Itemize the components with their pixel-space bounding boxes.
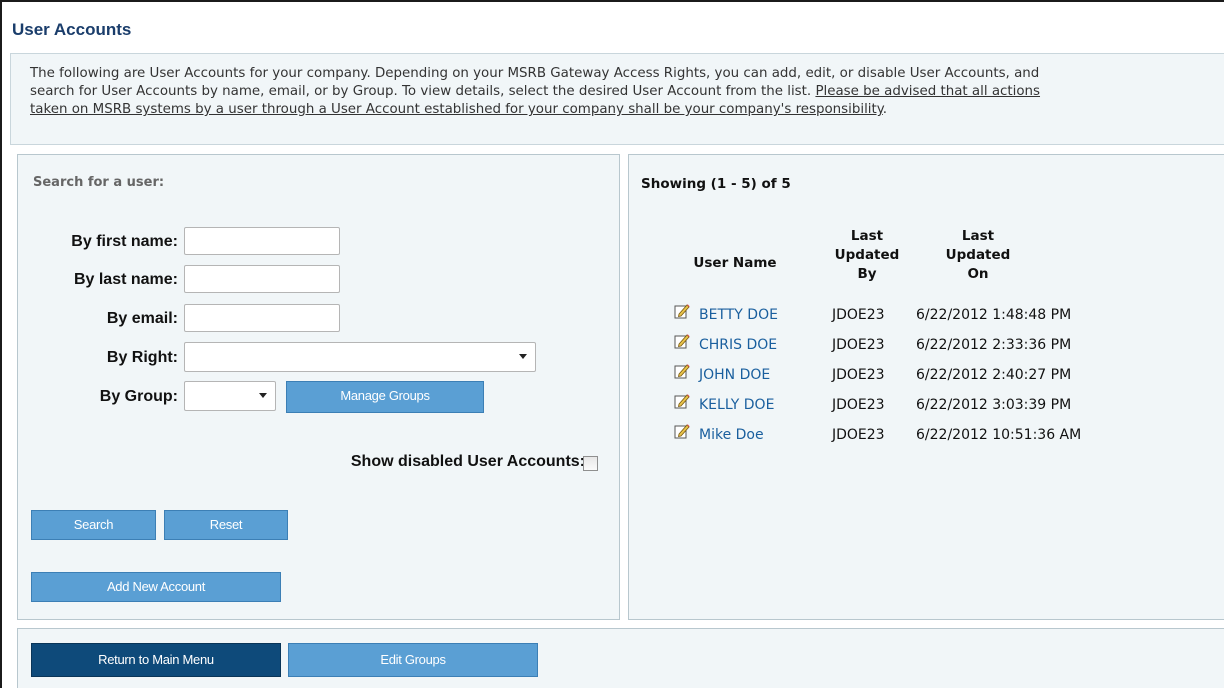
header-line: On xyxy=(967,266,989,282)
add-new-account-button[interactable]: Add New Account xyxy=(31,572,281,602)
user-link[interactable]: CHRIS DOE xyxy=(699,337,777,353)
group-select[interactable] xyxy=(184,381,276,411)
results-count: Showing (1 - 5) of 5 xyxy=(641,176,791,192)
updated-on-cell: 6/22/2012 2:33:36 PM xyxy=(916,337,1072,353)
search-button[interactable]: Search xyxy=(31,510,156,540)
intro-line-1: The following are User Accounts for your… xyxy=(30,66,1040,81)
table-row: BETTY DOE JDOE23 6/22/2012 1:48:48 PM xyxy=(629,303,1224,333)
user-link[interactable]: KELLY DOE xyxy=(699,397,774,413)
column-header-updated-by: Last Updated By xyxy=(819,227,915,284)
edit-icon[interactable] xyxy=(674,423,690,439)
updated-by-cell: JDOE23 xyxy=(832,307,885,323)
intro-text: The following are User Accounts for your… xyxy=(10,53,1224,145)
user-link[interactable]: Mike Doe xyxy=(699,427,764,443)
intro-notice-1: Please be advised that all actions xyxy=(815,84,1041,99)
show-disabled-label: Show disabled User Accounts: xyxy=(350,453,585,470)
manage-groups-button[interactable]: Manage Groups xyxy=(286,381,484,413)
header-line: By xyxy=(857,266,877,282)
footer-panel: Return to Main Menu Edit Groups xyxy=(17,628,1224,688)
header-line: Updated xyxy=(945,247,1011,263)
edit-icon[interactable] xyxy=(674,333,690,349)
first-name-input[interactable] xyxy=(184,227,340,255)
first-name-label: By first name: xyxy=(71,233,178,250)
email-input[interactable] xyxy=(184,304,340,332)
last-name-label: By last name: xyxy=(73,271,178,288)
reset-button[interactable]: Reset xyxy=(164,510,288,540)
table-row: CHRIS DOE JDOE23 6/22/2012 2:33:36 PM xyxy=(629,333,1224,363)
updated-by-cell: JDOE23 xyxy=(832,337,885,353)
table-row: JOHN DOE JDOE23 6/22/2012 2:40:27 PM xyxy=(629,363,1224,393)
user-link[interactable]: JOHN DOE xyxy=(699,367,770,383)
table-row: KELLY DOE JDOE23 6/22/2012 3:03:39 PM xyxy=(629,393,1224,423)
search-panel: Search for a user: By first name: By las… xyxy=(17,154,620,620)
column-header-updated-on: Last Updated On xyxy=(915,227,1041,284)
header-line: Last xyxy=(850,228,884,244)
updated-on-cell: 6/22/2012 1:48:48 PM xyxy=(916,307,1072,323)
right-select[interactable] xyxy=(184,342,536,372)
search-heading: Search for a user: xyxy=(33,175,165,190)
page-title: User Accounts xyxy=(12,20,132,39)
user-link[interactable]: BETTY DOE xyxy=(699,307,778,323)
edit-icon[interactable] xyxy=(674,363,690,379)
updated-by-cell: JDOE23 xyxy=(832,427,885,443)
header-line: Last xyxy=(961,228,995,244)
intro-line-2: search for User Accounts by name, email,… xyxy=(30,84,812,99)
last-name-input[interactable] xyxy=(184,265,340,293)
show-disabled-checkbox[interactable] xyxy=(583,456,598,471)
chevron-down-icon xyxy=(259,393,267,398)
return-to-main-menu-button[interactable]: Return to Main Menu xyxy=(31,643,281,677)
edit-icon[interactable] xyxy=(674,303,690,319)
edit-groups-button[interactable]: Edit Groups xyxy=(288,643,538,677)
table-row: Mike Doe JDOE23 6/22/2012 10:51:36 AM xyxy=(629,423,1224,453)
group-label: By Group: xyxy=(99,388,178,405)
column-header-user-name: User Name xyxy=(693,255,777,271)
intro-end: . xyxy=(882,102,888,117)
updated-on-cell: 6/22/2012 3:03:39 PM xyxy=(916,397,1072,413)
chevron-down-icon xyxy=(519,354,527,359)
updated-on-cell: 6/22/2012 2:40:27 PM xyxy=(916,367,1072,383)
right-label: By Right: xyxy=(106,349,178,366)
updated-on-cell: 6/22/2012 10:51:36 AM xyxy=(916,427,1082,443)
updated-by-cell: JDOE23 xyxy=(832,397,885,413)
updated-by-cell: JDOE23 xyxy=(832,367,885,383)
intro-notice-2: taken on MSRB systems by a user through … xyxy=(30,102,883,117)
email-label: By email: xyxy=(106,310,178,327)
results-panel: Showing (1 - 5) of 5 User Name Last Upda… xyxy=(628,154,1224,620)
edit-icon[interactable] xyxy=(674,393,690,409)
header-line: Updated xyxy=(834,247,900,263)
